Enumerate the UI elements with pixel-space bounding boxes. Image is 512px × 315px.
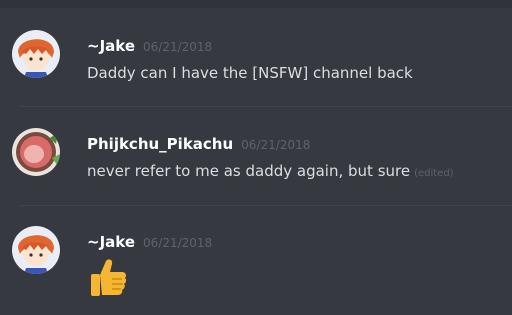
avatar[interactable] bbox=[12, 30, 60, 78]
message-author[interactable]: ~Jake 06/21/2018 bbox=[87, 37, 212, 55]
avatar[interactable] bbox=[12, 128, 60, 176]
message-timestamp: 06/21/2018 bbox=[241, 138, 311, 152]
message-author[interactable]: ~Jake 06/21/2018 bbox=[87, 233, 212, 251]
message-body: never refer to me as daddy again, but su… bbox=[87, 162, 411, 180]
message-timestamp: 06/21/2018 bbox=[143, 40, 213, 54]
edited-label: (edited) bbox=[414, 168, 454, 179]
author-name[interactable]: Phijkchu_Pikachu bbox=[87, 135, 233, 153]
message-text: Daddy can I have the [NSFW] channel back bbox=[87, 64, 413, 82]
author-name[interactable]: ~Jake bbox=[87, 233, 135, 251]
message-divider bbox=[20, 205, 512, 206]
author-name[interactable]: ~Jake bbox=[87, 37, 135, 55]
message-text: never refer to me as daddy again, but su… bbox=[87, 162, 454, 180]
scroll-fade bbox=[0, 0, 512, 8]
message-author[interactable]: Phijkchu_Pikachu 06/21/2018 bbox=[87, 135, 310, 153]
message-divider bbox=[20, 106, 512, 107]
thumbs-up-icon bbox=[88, 257, 128, 299]
avatar[interactable] bbox=[12, 226, 60, 274]
message-timestamp: 06/21/2018 bbox=[143, 236, 213, 250]
